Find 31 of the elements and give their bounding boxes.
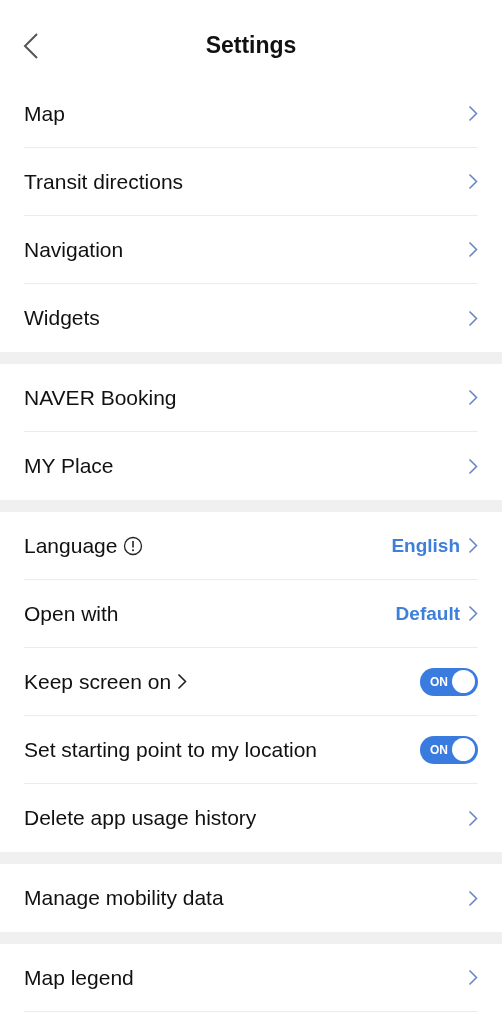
setting-label[interactable]: Manage mobility data — [24, 886, 224, 910]
setting-label[interactable]: Open with — [24, 601, 119, 626]
setting-label[interactable]: Set starting point to my location — [24, 737, 317, 762]
chevron-right-icon — [468, 537, 478, 554]
chevron-right-icon — [468, 309, 478, 327]
setting-label[interactable]: Language — [24, 533, 118, 558]
chevron-right-icon — [468, 389, 478, 406]
toggle-switch[interactable]: ON — [420, 735, 478, 764]
setting-label[interactable]: NAVER Booking — [24, 385, 177, 410]
setting-label[interactable]: MY Place — [24, 454, 114, 478]
chevron-right-icon — [468, 173, 478, 190]
setting-label[interactable]: Transit directions — [24, 169, 184, 194]
chevron-right-icon — [468, 105, 478, 122]
chevron-right-icon — [468, 457, 478, 475]
setting-label[interactable]: Keep screen on — [24, 669, 172, 694]
page-title: Settings — [205, 31, 297, 59]
chevron-right-icon — [468, 809, 478, 827]
chevron-right-icon — [468, 889, 478, 907]
setting-label[interactable]: Navigation — [24, 237, 124, 262]
chevron-right-icon — [468, 969, 478, 986]
setting-label[interactable]: Map legend — [24, 965, 134, 990]
setting-label[interactable]: Delete app usage history — [24, 806, 257, 830]
setting-label[interactable]: Map — [24, 101, 65, 126]
setting-label[interactable]: Widgets — [24, 306, 100, 330]
info-icon[interactable] — [123, 535, 144, 556]
setting-value[interactable]: English — [391, 534, 460, 557]
chevron-right-icon — [468, 241, 478, 258]
toggle-switch[interactable]: ON — [420, 667, 478, 696]
setting-value[interactable]: Default — [395, 602, 460, 625]
back-icon[interactable] — [22, 32, 40, 60]
chevron-right-icon — [468, 605, 478, 622]
